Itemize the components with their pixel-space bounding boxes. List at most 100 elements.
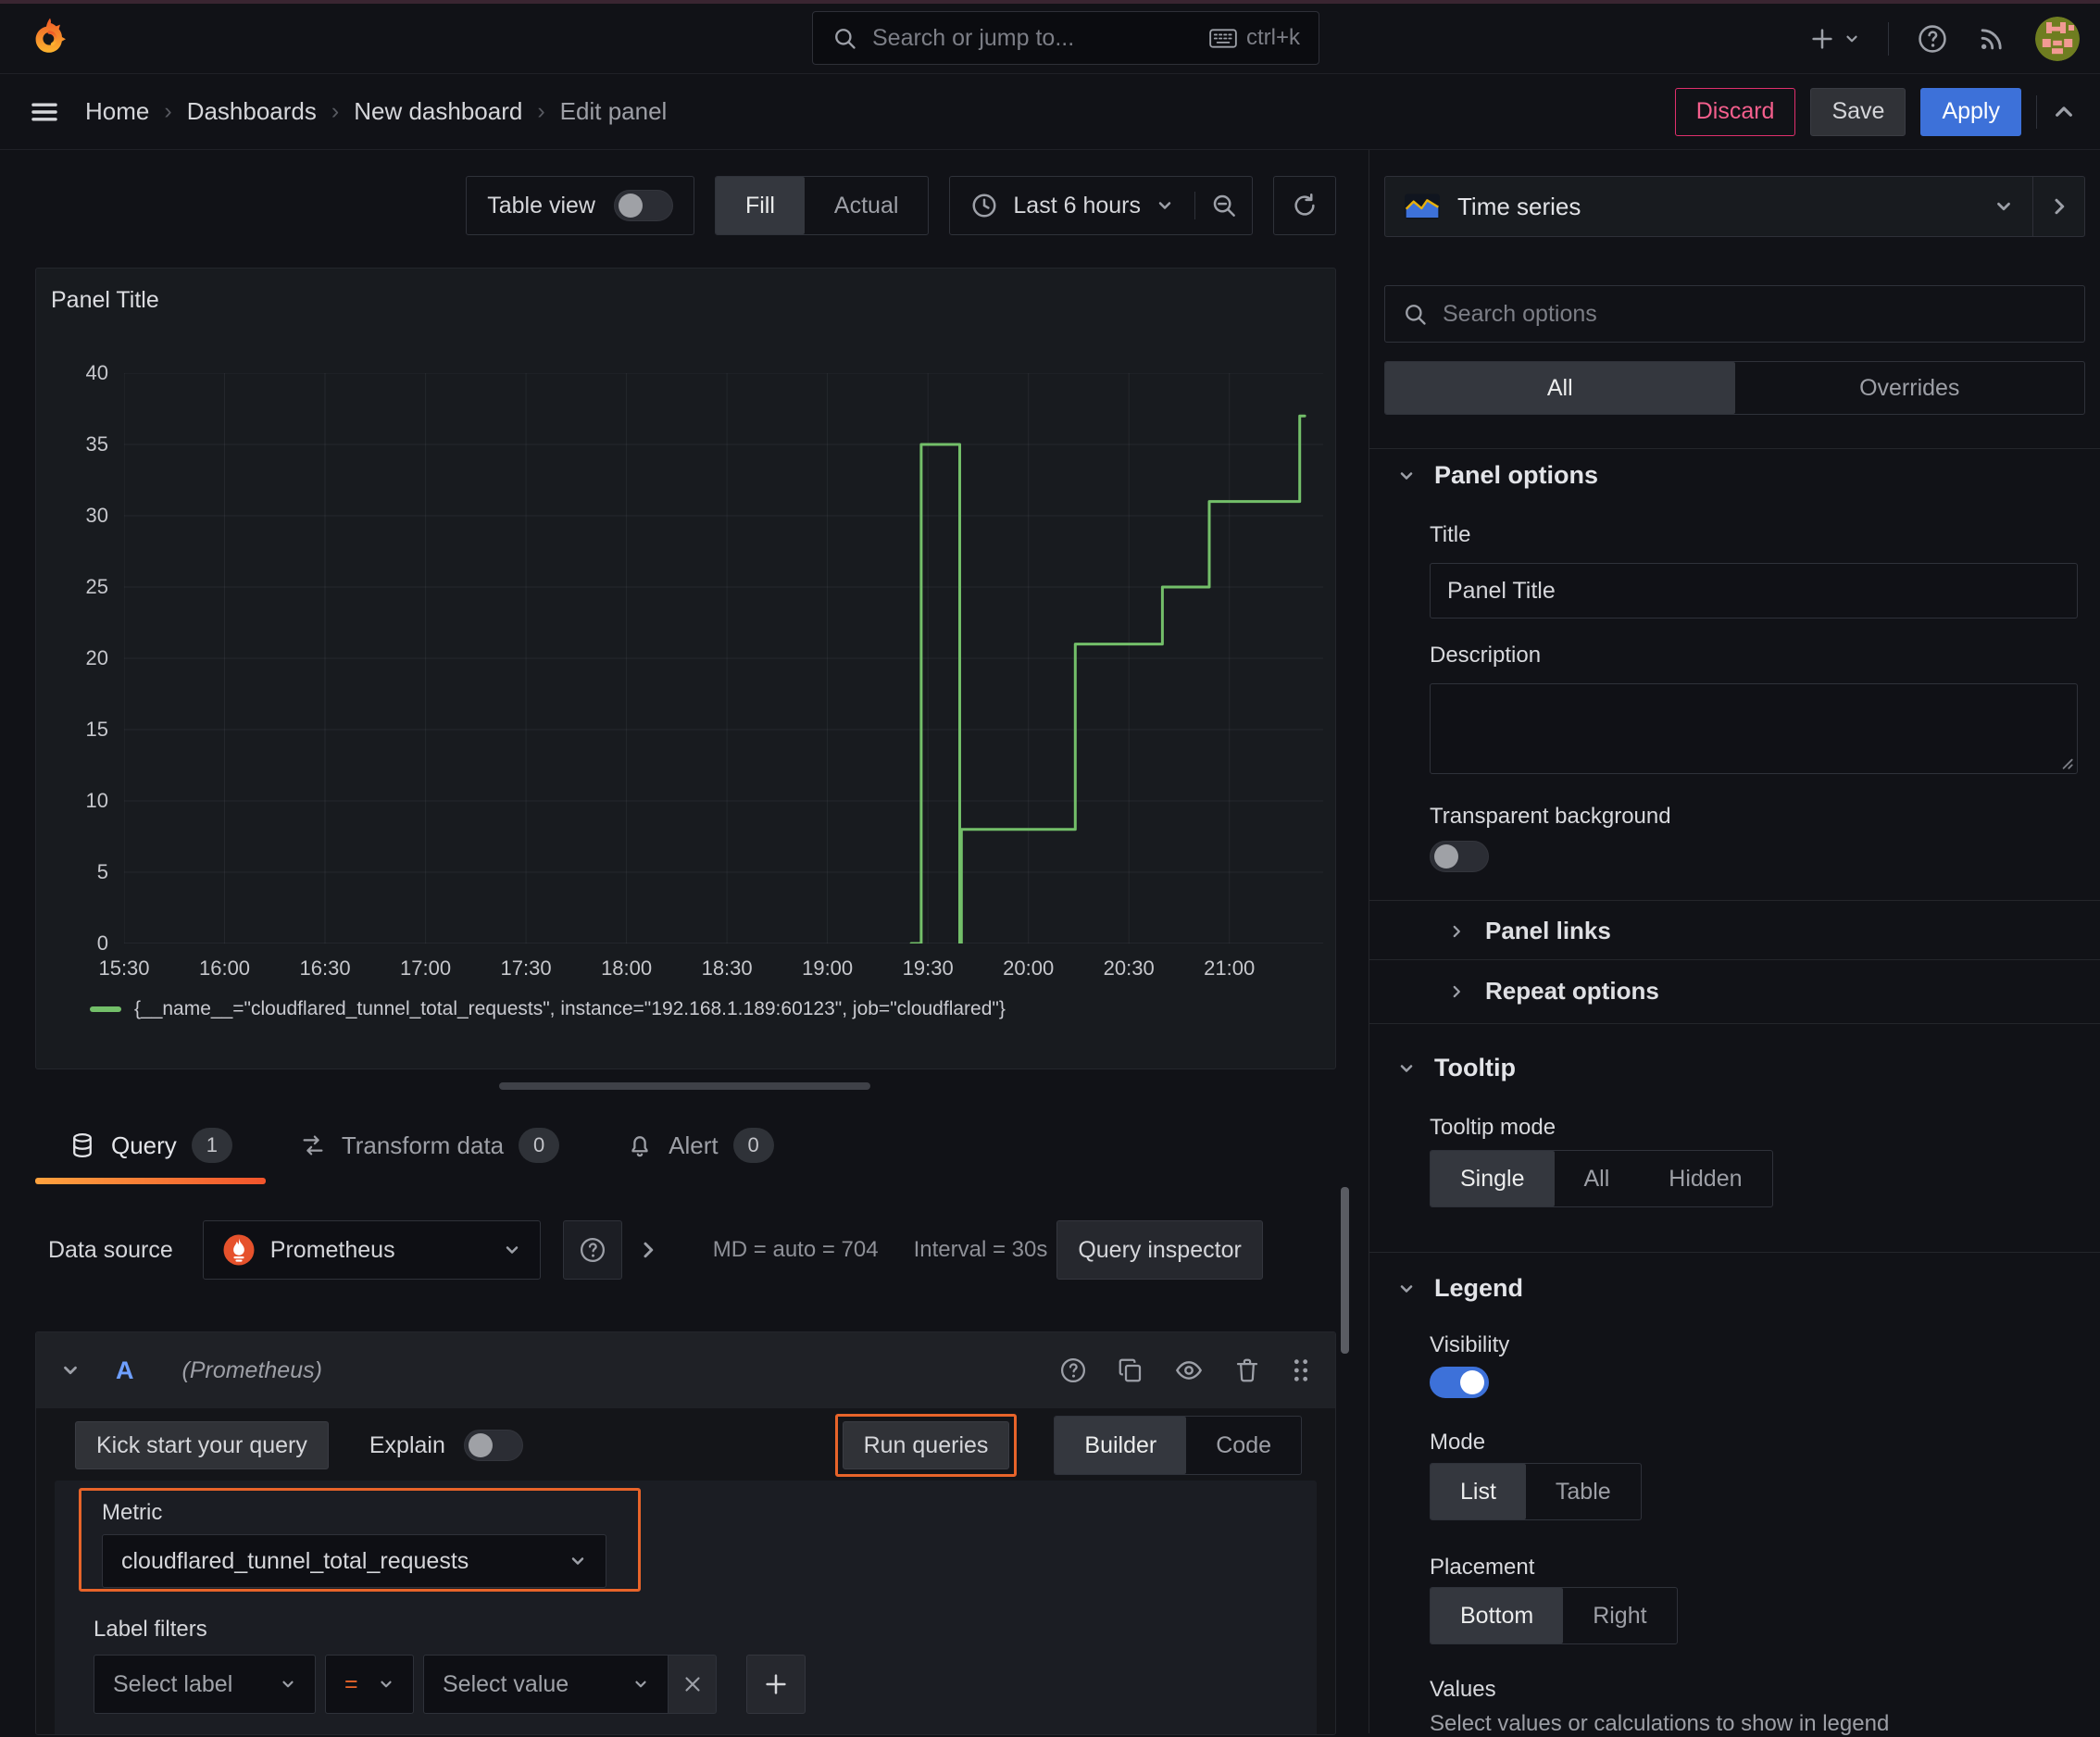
global-search[interactable]: ctrl+k [812,11,1319,65]
kick-start-query-button[interactable]: Kick start your query [75,1421,329,1469]
divider [1888,22,1889,56]
drag-handle-icon[interactable] [1291,1356,1311,1385]
explain-toggle[interactable] [464,1430,523,1461]
collapse-editor-button[interactable] [2052,100,2076,124]
max-datapoints-stat: MD = auto = 704 [713,1237,879,1263]
time-range-picker[interactable]: Last 6 hours [950,192,1194,219]
metric-select[interactable]: cloudflared_tunnel_total_requests [102,1534,606,1588]
new-menu-button[interactable] [1808,25,1860,53]
select-value-dropdown[interactable]: Select value [423,1655,669,1714]
chevron-down-icon [378,1676,394,1693]
tab-overrides[interactable]: Overrides [1735,362,2085,414]
tab-alert-label: Alert [669,1131,718,1160]
actual-option[interactable]: Actual [805,177,928,234]
table-view-toggle[interactable] [614,190,673,221]
tooltip-all-option[interactable]: All [1555,1151,1640,1206]
options-search-input[interactable] [1443,301,2068,328]
apply-button[interactable]: Apply [1920,88,2021,136]
breadcrumb-new-dashboard[interactable]: New dashboard [354,97,522,126]
operator-dropdown[interactable]: = [325,1655,414,1714]
add-filter-button[interactable] [746,1655,806,1714]
tab-all[interactable]: All [1385,362,1735,414]
global-search-input[interactable] [872,25,1194,52]
breadcrumb-home[interactable]: Home [85,97,149,126]
select-label-dropdown[interactable]: Select label [94,1655,316,1714]
tooltip-single-option[interactable]: Single [1431,1151,1555,1206]
legend-list-option[interactable]: List [1431,1464,1526,1519]
run-queries-highlight: Run queries [835,1414,1018,1477]
placement-right-option[interactable]: Right [1563,1588,1676,1643]
legend-swatch[interactable] [90,1006,121,1012]
options-search[interactable] [1384,285,2085,343]
query-help-icon[interactable] [1059,1356,1087,1384]
transparent-background-label: Transparent background [1430,804,1671,830]
split-drag-handle[interactable] [499,1082,870,1090]
legend-series-label[interactable]: {__name__="cloudflared_tunnel_total_requ… [134,998,1006,1020]
datasource-row: Data source Prometheus MD = auto = 704 I… [48,1220,1293,1280]
panel-title-input[interactable] [1430,563,2078,619]
menu-toggle-button[interactable] [24,92,65,132]
panel-options-header[interactable]: Panel options [1397,461,1598,490]
table-view-label: Table view [487,193,595,219]
query-inspector-button[interactable]: Query inspector [1056,1220,1262,1280]
series-line[interactable] [911,416,1305,943]
tab-alert[interactable]: Alert 0 [593,1106,806,1185]
delete-query-icon[interactable] [1233,1356,1261,1384]
time-series-chart[interactable] [124,373,1323,943]
remove-filter-button[interactable] [669,1655,717,1714]
discard-button[interactable]: Discard [1675,88,1796,136]
fill-option[interactable]: Fill [716,177,805,234]
zoom-out-button[interactable] [1194,192,1252,219]
transparent-background-toggle[interactable] [1430,841,1489,872]
query-row-header[interactable]: A (Prometheus) [36,1332,1335,1408]
duplicate-query-icon[interactable] [1117,1356,1144,1384]
tab-transform-count: 0 [519,1128,559,1163]
datasource-help-button[interactable] [563,1220,622,1280]
query-refid[interactable]: A [116,1356,134,1385]
viz-suggestions-button[interactable] [2032,177,2084,236]
tooltip-header[interactable]: Tooltip [1397,1054,1516,1082]
repeat-options-section[interactable]: Repeat options [1448,977,1659,1006]
tab-transform-data[interactable]: Transform data 0 [266,1106,593,1185]
legend-header[interactable]: Legend [1397,1274,1523,1303]
visualization-picker[interactable]: Time series [1385,177,2032,236]
chevron-down-icon [632,1676,649,1693]
datasource-picker[interactable]: Prometheus [203,1220,541,1280]
query-section-tabs: Query 1 Transform data 0 Alert 0 [35,1106,807,1185]
breadcrumb-edit-panel: Edit panel [560,97,668,126]
run-queries-button[interactable]: Run queries [843,1421,1010,1469]
news-button[interactable] [1976,23,2007,55]
tab-alert-count: 0 [733,1128,774,1163]
tooltip-mode-label: Tooltip mode [1430,1115,1556,1141]
legend-table-option[interactable]: Table [1526,1464,1641,1519]
y-tick-label: 5 [36,859,108,885]
placement-bottom-option[interactable]: Bottom [1431,1588,1563,1643]
builder-option[interactable]: Builder [1055,1417,1186,1474]
chevron-down-icon[interactable] [60,1360,81,1381]
tab-transform-label: Transform data [342,1131,504,1160]
grafana-logo-icon[interactable] [28,15,72,59]
tab-query[interactable]: Query 1 [35,1106,266,1185]
user-avatar[interactable] [2035,17,2080,61]
breadcrumb-bar: Home › Dashboards › New dashboard › Edit… [0,74,2100,150]
chevron-right-icon[interactable] [637,1239,659,1261]
chart-legend: {__name__="cloudflared_tunnel_total_requ… [90,998,1006,1020]
options-tabs: All Overrides [1384,361,2085,415]
x-tick-label: 16:00 [183,956,267,981]
panel-links-section[interactable]: Panel links [1448,917,1611,945]
panel-title[interactable]: Panel Title [51,287,159,314]
panel-toolbar: Table view Fill Actual Last 6 hours [466,176,1336,235]
breadcrumb-dashboards[interactable]: Dashboards [187,97,317,126]
toggle-visibility-icon[interactable] [1174,1356,1204,1385]
refresh-button[interactable] [1273,176,1336,235]
resize-handle-icon[interactable] [2059,756,2074,770]
panel-edit-main: Table view Fill Actual Last 6 hours [0,150,1369,1733]
tooltip-hidden-option[interactable]: Hidden [1639,1151,1771,1206]
legend-visibility-toggle[interactable] [1430,1367,1489,1398]
code-option[interactable]: Code [1186,1417,1301,1474]
scrollbar-thumb[interactable] [1341,1187,1349,1354]
description-input[interactable] [1430,683,2078,774]
save-button[interactable]: Save [1810,88,1906,136]
metric-value: cloudflared_tunnel_total_requests [121,1548,469,1575]
help-button[interactable] [1917,23,1948,55]
